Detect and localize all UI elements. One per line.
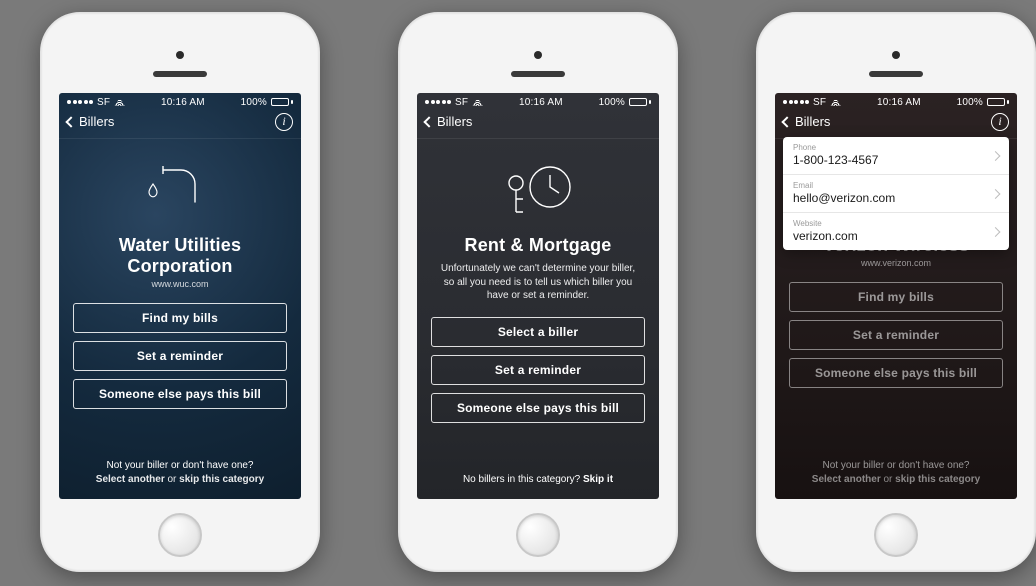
select-biller-button[interactable]: Select a biller — [431, 317, 645, 347]
someone-else-button[interactable]: Someone else pays this bill — [73, 379, 287, 409]
set-reminder-button[interactable]: Set a reminder — [73, 341, 287, 371]
battery-percent: 100% — [241, 97, 267, 108]
camera-dot — [534, 51, 542, 59]
battery-percent: 100% — [599, 97, 625, 108]
carrier-label: SF — [97, 97, 110, 108]
home-button[interactable] — [158, 513, 202, 557]
screen-content: Water Utilities Corporation www.wuc.com … — [59, 139, 301, 499]
info-icon[interactable]: i — [991, 113, 1009, 131]
select-another-link[interactable]: Select another — [812, 474, 881, 485]
footer-text: Not your biller or don't have one? Selec… — [812, 459, 980, 489]
info-icon[interactable]: i — [275, 113, 293, 131]
battery-icon — [987, 98, 1009, 106]
wifi-icon — [830, 98, 841, 106]
app-screen-rent: SF 10:16 AM 100% Billers — [417, 93, 659, 499]
skip-category-link[interactable]: skip this category — [895, 474, 980, 485]
phone-mockup: SF 10:16 AM 100% Billers — [398, 12, 678, 572]
home-button[interactable] — [874, 513, 918, 557]
category-title: Rent & Mortgage — [465, 235, 612, 256]
biller-site: www.verizon.com — [861, 258, 931, 268]
info-row-phone[interactable]: Phone 1-800-123-4567 — [783, 137, 1009, 175]
carrier-label: SF — [813, 97, 826, 108]
category-icon — [498, 151, 578, 231]
find-bills-button[interactable]: Find my bills — [789, 282, 1003, 312]
app-screen-verizon: SF 10:16 AM 100% Billers i Phone — [775, 93, 1017, 499]
biller-icon — [145, 151, 215, 231]
chevron-left-icon — [781, 116, 792, 127]
home-button[interactable] — [516, 513, 560, 557]
nav-bar: Billers i — [775, 111, 1017, 139]
battery-icon — [271, 98, 293, 106]
biller-title: Water Utilities Corporation — [73, 235, 287, 277]
status-bar: SF 10:16 AM 100% — [59, 93, 301, 111]
app-screen-water: SF 10:16 AM 100% Billers i — [59, 93, 301, 499]
info-row-email[interactable]: Email hello@verizon.com — [783, 175, 1009, 213]
signal-dots-icon — [67, 100, 93, 104]
signal-dots-icon — [783, 100, 809, 104]
battery-icon — [629, 98, 651, 106]
back-button[interactable]: Billers — [67, 114, 114, 129]
select-another-link[interactable]: Select another — [96, 474, 165, 485]
signal-dots-icon — [425, 100, 451, 104]
biller-site: www.wuc.com — [151, 279, 208, 289]
key-clock-icon — [498, 159, 578, 223]
set-reminder-button[interactable]: Set a reminder — [789, 320, 1003, 350]
back-label: Billers — [79, 114, 114, 129]
earpiece — [869, 71, 923, 77]
back-label: Billers — [795, 114, 830, 129]
clock-label: 10:16 AM — [877, 97, 921, 108]
battery-percent: 100% — [957, 97, 983, 108]
back-button[interactable]: Billers — [783, 114, 830, 129]
phone-mockup: SF 10:16 AM 100% Billers i Phone — [756, 12, 1036, 572]
wifi-icon — [472, 98, 483, 106]
info-row-website[interactable]: Website verizon.com — [783, 213, 1009, 250]
skip-it-link[interactable]: Skip it — [583, 474, 613, 485]
someone-else-button[interactable]: Someone else pays this bill — [431, 393, 645, 423]
footer-text: Not your biller or don't have one? Selec… — [96, 459, 264, 489]
nav-bar: Billers — [417, 111, 659, 139]
category-desc: Unfortunately we can't determine your bi… — [431, 262, 645, 303]
chevron-left-icon — [423, 116, 434, 127]
footer-line1: Not your biller or don't have one? — [812, 459, 980, 473]
camera-dot — [892, 51, 900, 59]
earpiece — [511, 71, 565, 77]
wifi-icon — [114, 98, 125, 106]
skip-category-link[interactable]: skip this category — [179, 474, 264, 485]
back-button[interactable]: Billers — [425, 114, 472, 129]
find-bills-button[interactable]: Find my bills — [73, 303, 287, 333]
status-bar: SF 10:16 AM 100% — [417, 93, 659, 111]
chevron-left-icon — [65, 116, 76, 127]
phone-mockup: SF 10:16 AM 100% Billers i — [40, 12, 320, 572]
faucet-icon — [145, 156, 215, 226]
someone-else-button[interactable]: Someone else pays this bill — [789, 358, 1003, 388]
set-reminder-button[interactable]: Set a reminder — [431, 355, 645, 385]
carrier-label: SF — [455, 97, 468, 108]
nav-bar: Billers i — [59, 111, 301, 139]
info-dropdown: Phone 1-800-123-4567 Email hello@verizon… — [783, 137, 1009, 250]
footer-line1: Not your biller or don't have one? — [96, 459, 264, 473]
screen-content: Rent & Mortgage Unfortunately we can't d… — [417, 139, 659, 499]
camera-dot — [176, 51, 184, 59]
back-label: Billers — [437, 114, 472, 129]
footer-text: No billers in this category? Skip it — [463, 473, 613, 489]
earpiece — [153, 71, 207, 77]
status-bar: SF 10:16 AM 100% — [775, 93, 1017, 111]
clock-label: 10:16 AM — [519, 97, 563, 108]
clock-label: 10:16 AM — [161, 97, 205, 108]
